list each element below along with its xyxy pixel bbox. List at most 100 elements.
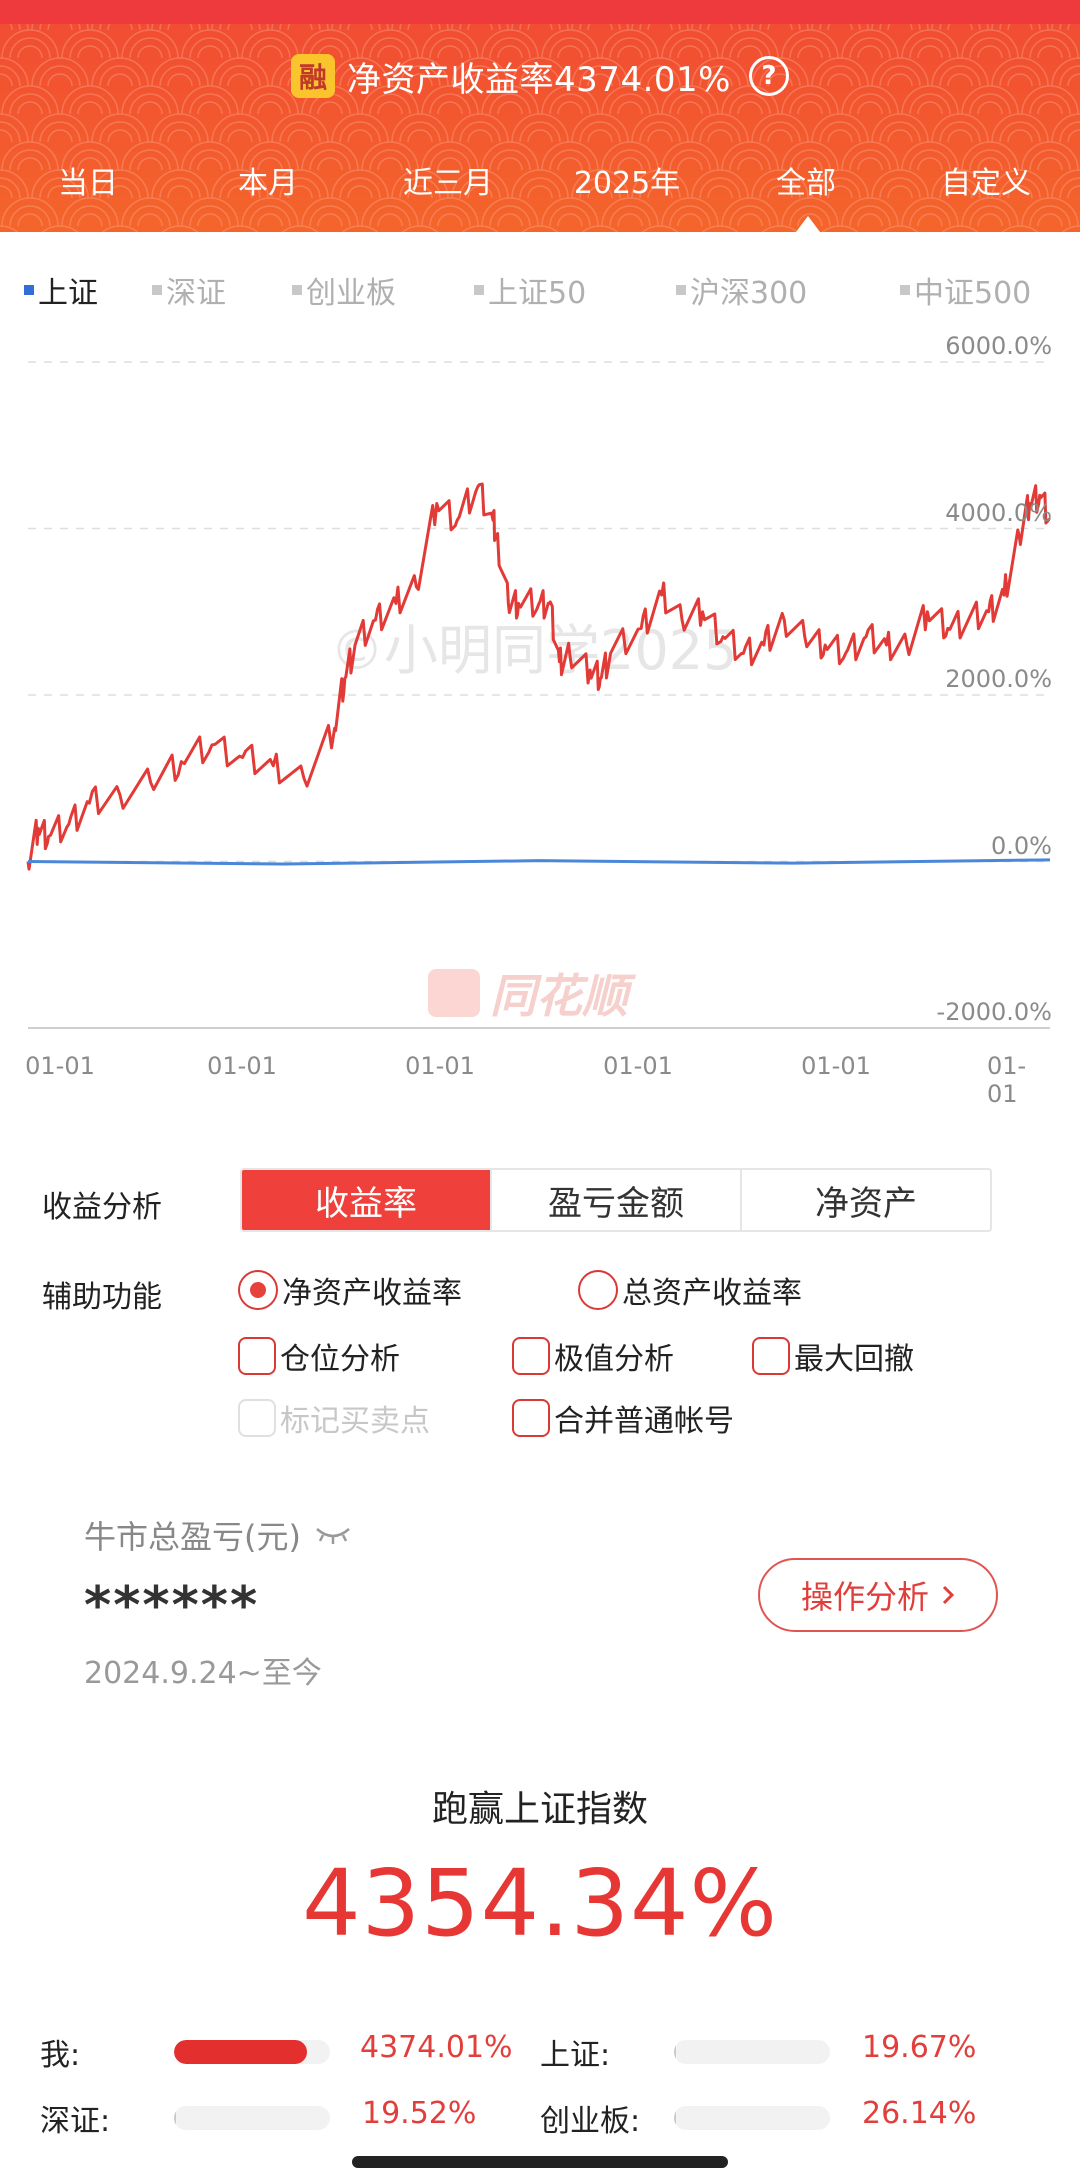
checkbox-icon bbox=[238, 1337, 276, 1375]
mode-net-assets-button[interactable]: 净资产 bbox=[742, 1170, 990, 1230]
tab-custom[interactable]: 自定义 bbox=[941, 158, 1031, 202]
index-tab-shanghai[interactable]: 上证 bbox=[24, 268, 98, 312]
x-tick-label: 01-01 bbox=[405, 1052, 475, 1080]
checkbox-max-drawdown[interactable]: 最大回撤 bbox=[752, 1334, 914, 1378]
checkbox-position-analysis[interactable]: 仓位分析 bbox=[238, 1334, 400, 1378]
legend-square-icon bbox=[24, 285, 34, 295]
legend-square-icon bbox=[676, 285, 686, 295]
compare-bar-fill bbox=[174, 2106, 176, 2130]
compare-name: 上证: bbox=[540, 2038, 611, 2073]
index-tab-shenzhen[interactable]: 深证 bbox=[152, 268, 226, 312]
compare-value: 4374.01% bbox=[360, 2030, 513, 2065]
compare-row-me: 我: 4374.01% bbox=[40, 2030, 520, 2073]
checkbox-label: 标记买卖点 bbox=[280, 1404, 430, 1439]
outperform-label: 跑赢上证指数 bbox=[431, 1789, 648, 1830]
x-tick-label: 01-01 bbox=[801, 1052, 871, 1080]
y-tick-label: 6000.0% bbox=[945, 332, 1052, 360]
chart-plot bbox=[26, 361, 1051, 1029]
period-tabs: 当日 本月 近三月 2025年 全部 自定义 bbox=[0, 158, 1080, 208]
return-chart[interactable]: ©小明同学2025 同花顺 6000.0% 4000.0% 2000.0% 0.0% -… bbox=[0, 332, 1080, 1108]
compare-bar bbox=[674, 2106, 830, 2130]
hidden-eye-icon[interactable] bbox=[315, 1525, 351, 1545]
series-line-account bbox=[26, 482, 1051, 871]
y-tick-label: 4000.0% bbox=[945, 498, 1052, 527]
y-tick-label: 0.0% bbox=[991, 831, 1052, 860]
legend-square-icon bbox=[152, 285, 162, 295]
legend-square-icon bbox=[474, 285, 484, 295]
compare-value: 19.67% bbox=[862, 2030, 977, 2065]
compare-bar bbox=[674, 2040, 830, 2064]
index-tab-label: 上证50 bbox=[488, 276, 587, 311]
x-tick-label: 01-01 bbox=[207, 1052, 277, 1080]
index-tab-label: 沪深300 bbox=[690, 276, 808, 311]
compare-bar bbox=[174, 2040, 330, 2064]
compare-row-chinext: 创业板: 26.14% bbox=[540, 2096, 1020, 2139]
tab-2025[interactable]: 2025年 bbox=[574, 158, 680, 202]
series-line-index bbox=[27, 858, 1051, 866]
analysis-mode-selector: 收益率 盈亏金额 净资产 bbox=[240, 1168, 992, 1232]
legend-square-icon bbox=[900, 285, 910, 295]
compare-value: 19.52% bbox=[362, 2096, 477, 2131]
index-tab-csi500[interactable]: 中证500 bbox=[900, 268, 1031, 312]
checkbox-icon bbox=[512, 1399, 550, 1437]
checkbox-label: 合并普通帐号 bbox=[554, 1404, 734, 1439]
radio-label: 净资产收益率 bbox=[282, 1276, 462, 1311]
compare-bar-fill bbox=[674, 2106, 676, 2130]
checkbox-icon bbox=[512, 1337, 550, 1375]
y-tick-label: -2000.0% bbox=[936, 998, 1052, 1026]
operation-analysis-label: 操作分析 bbox=[800, 1578, 929, 1616]
aux-label: 辅助功能 bbox=[42, 1280, 162, 1315]
radio-unselected-icon bbox=[578, 1270, 618, 1310]
index-tab-label: 上证 bbox=[38, 276, 98, 311]
radio-net-asset-return[interactable]: 净资产收益率 bbox=[238, 1268, 462, 1312]
help-icon[interactable]: ? bbox=[748, 56, 789, 96]
checkbox-extreme-analysis[interactable]: 极值分析 bbox=[512, 1334, 674, 1378]
margin-badge-icon: 融 bbox=[291, 54, 336, 98]
index-tab-label: 创业板 bbox=[306, 276, 396, 311]
checkbox-label: 最大回撤 bbox=[794, 1342, 914, 1377]
compare-value: 26.14% bbox=[862, 2096, 977, 2131]
checkbox-label: 极值分析 bbox=[554, 1342, 674, 1377]
page-title: 净资产收益率4374.01% bbox=[347, 59, 731, 100]
compare-bar bbox=[174, 2106, 330, 2130]
status-bar bbox=[0, 0, 1080, 24]
index-tab-csi300[interactable]: 沪深300 bbox=[676, 268, 807, 312]
y-tick-label: 2000.0% bbox=[945, 665, 1052, 693]
compare-bar-fill bbox=[674, 2040, 676, 2064]
operation-analysis-button[interactable]: 操作分析 bbox=[758, 1558, 998, 1632]
home-indicator[interactable] bbox=[352, 2156, 728, 2168]
checkbox-icon bbox=[752, 1337, 790, 1375]
compare-name: 我: bbox=[40, 2038, 81, 2073]
compare-row-shanghai: 上证: 19.67% bbox=[540, 2030, 1020, 2073]
x-tick-label: 01-01 bbox=[987, 1052, 1027, 1108]
active-tab-indicator bbox=[796, 216, 820, 232]
tab-today[interactable]: 当日 bbox=[58, 158, 118, 202]
mode-return-rate-button[interactable]: 收益率 bbox=[242, 1170, 492, 1230]
compare-bar-fill bbox=[174, 2040, 307, 2064]
radio-total-asset-return[interactable]: 总资产收益率 bbox=[578, 1268, 802, 1312]
tab-last-three-months[interactable]: 近三月 bbox=[403, 158, 493, 202]
mode-profit-amount-button[interactable]: 盈亏金额 bbox=[492, 1170, 742, 1230]
radio-selected-icon bbox=[238, 1270, 278, 1310]
legend-square-icon bbox=[292, 285, 302, 295]
checkbox-mark-trades: 标记买卖点 bbox=[238, 1396, 430, 1440]
radio-label: 总资产收益率 bbox=[622, 1276, 802, 1311]
compare-row-shenzhen: 深证: 19.52% bbox=[40, 2096, 520, 2139]
analysis-label: 收益分析 bbox=[42, 1190, 162, 1225]
index-tab-label: 深证 bbox=[166, 276, 226, 311]
checkbox-merge-accounts[interactable]: 合并普通帐号 bbox=[512, 1396, 734, 1440]
checkbox-label: 仓位分析 bbox=[280, 1342, 400, 1377]
index-tab-sse50[interactable]: 上证50 bbox=[474, 268, 586, 312]
bull-pnl-label: 牛市总盈亏(元) bbox=[84, 1512, 351, 1558]
index-tab-chinext[interactable]: 创业板 bbox=[292, 268, 396, 312]
bull-pnl-value: ****** bbox=[84, 1576, 260, 1636]
bull-pnl-label-text: 牛市总盈亏(元) bbox=[84, 1518, 301, 1556]
chevron-right-icon bbox=[942, 1585, 955, 1605]
x-tick-label: 01-01 bbox=[25, 1052, 95, 1080]
tab-this-month[interactable]: 本月 bbox=[238, 158, 298, 202]
tab-all[interactable]: 全部 bbox=[776, 158, 836, 202]
header: 融 净资产收益率4374.01% ? 当日 本月 近三月 2025年 全部 自定… bbox=[0, 0, 1080, 232]
compare-name: 深证: bbox=[40, 2104, 111, 2139]
index-tab-label: 中证500 bbox=[914, 276, 1032, 311]
x-tick-label: 01-01 bbox=[603, 1052, 673, 1080]
